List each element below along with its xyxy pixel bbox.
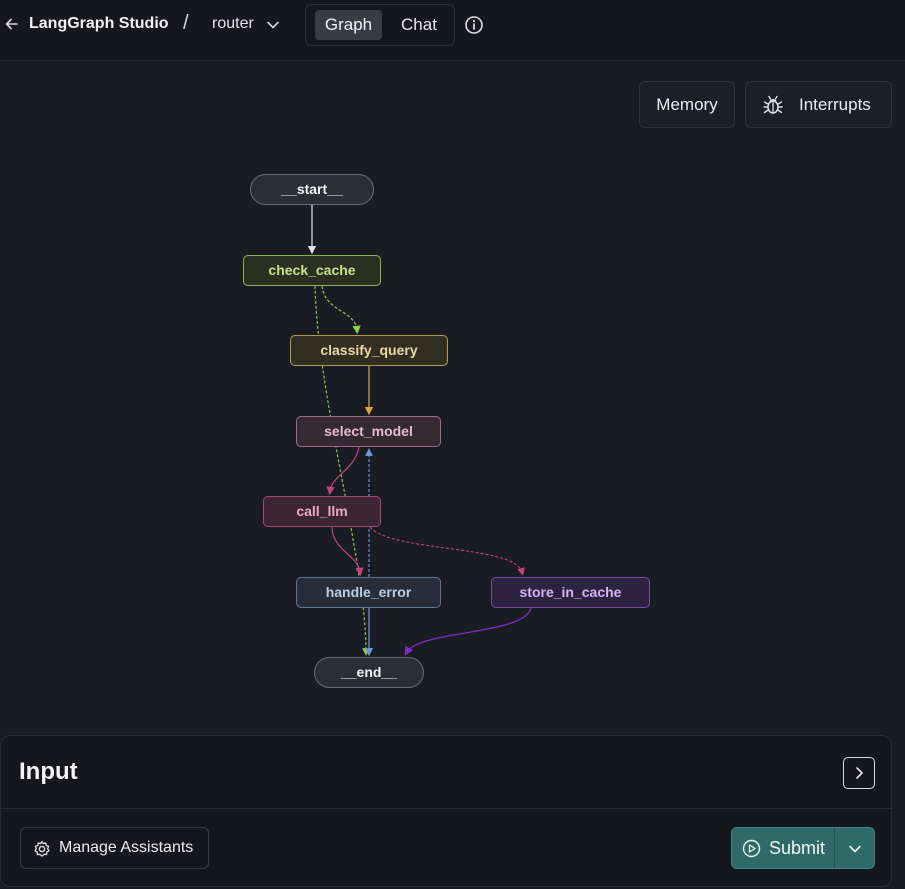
edge-store-end (404, 607, 532, 656)
node-check-cache[interactable]: check_cache (243, 255, 381, 286)
submit-label: Submit (769, 838, 826, 858)
node-classify-query[interactable]: classify_query (290, 335, 448, 366)
panel-divider (1, 808, 891, 809)
node-store-in-cache[interactable]: store_in_cache (491, 577, 650, 608)
edge-select-call (326, 446, 360, 496)
edge-check-classify (321, 285, 361, 335)
input-panel-title: Input (19, 758, 78, 785)
expand-panel-button[interactable] (843, 757, 875, 789)
submit-button[interactable]: Submit (732, 828, 834, 868)
submit-options-button[interactable] (835, 828, 875, 868)
node-handle-error[interactable]: handle_error (296, 577, 441, 608)
input-panel: Input Manage Assistants Submit (0, 735, 892, 887)
manage-assistants-label: Manage Assistants (59, 839, 194, 856)
edge-call-store (369, 526, 525, 576)
manage-assistants-button[interactable]: Manage Assistants (20, 827, 209, 869)
chevron-down-icon (849, 845, 861, 853)
expand-icon (856, 767, 863, 779)
node-call-llm[interactable]: call_llm (263, 496, 381, 527)
node-start[interactable]: __start__ (250, 174, 374, 205)
submit-button-group: Submit (731, 827, 875, 869)
node-end[interactable]: __end__ (314, 657, 424, 688)
edge-call-handle (331, 526, 364, 577)
gear-icon (34, 840, 50, 857)
play-icon (742, 839, 761, 858)
node-select-model[interactable]: select_model (296, 416, 441, 447)
